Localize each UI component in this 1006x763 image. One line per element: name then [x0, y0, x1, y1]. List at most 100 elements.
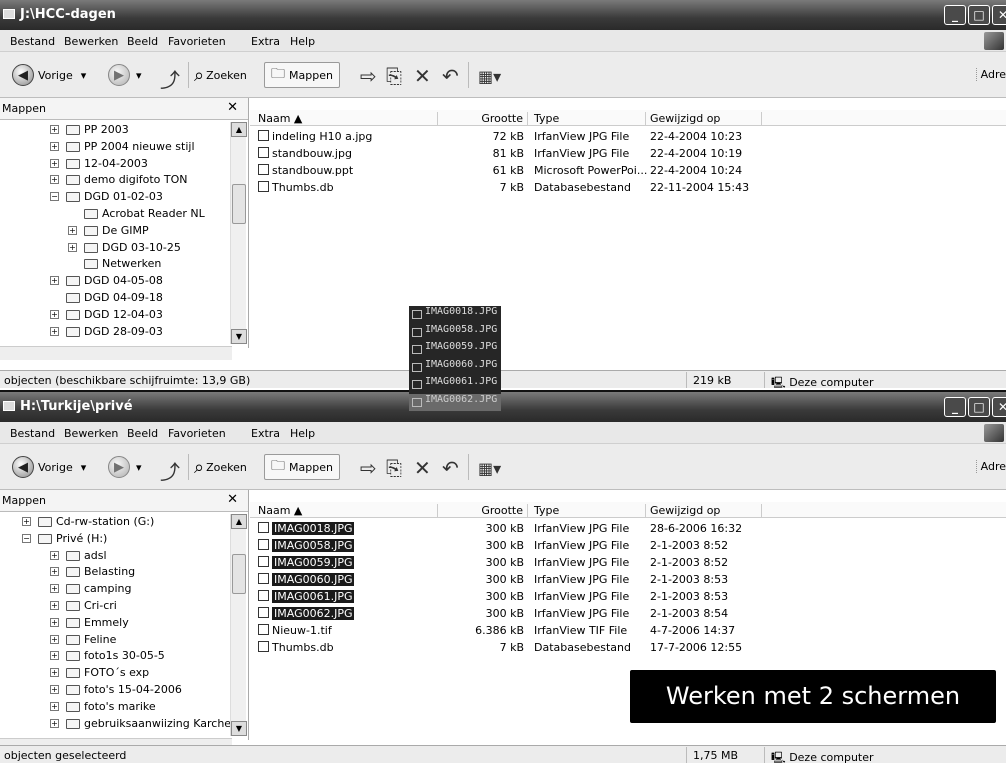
views-icon[interactable]: ▦▾ — [478, 459, 501, 478]
menu-extra[interactable]: Extra — [251, 427, 280, 440]
search-button[interactable]: ⌕ Zoeken — [194, 454, 247, 480]
file-row[interactable]: Nieuw-1.tif 6.386 kB IrfanView TIF File 4-7… — [250, 623, 1006, 639]
tree-item[interactable]: + foto's marike — [0, 699, 232, 716]
scroll-thumb[interactable] — [232, 184, 246, 224]
delete-icon[interactable]: ✕ — [414, 456, 431, 480]
expand-icon[interactable]: + — [50, 718, 59, 728]
expand-icon[interactable]: + — [50, 550, 59, 560]
file-row[interactable]: IMAG0018.JPG 300 kB IrfanView JPG File 28-6… — [250, 521, 1006, 537]
expand-icon[interactable]: + — [50, 684, 59, 694]
forward-button[interactable]: ▶ ▾ — [108, 62, 142, 88]
tree-item[interactable]: + PP 2003 — [0, 122, 232, 139]
search-button[interactable]: ⌕ Zoeken — [194, 62, 247, 88]
scroll-down-icon[interactable]: ▼ — [231, 329, 247, 344]
collapse-icon[interactable]: − — [22, 533, 31, 543]
dropdown-arrow-icon[interactable]: ▾ — [81, 69, 87, 82]
tree-item[interactable]: + Emmely — [0, 615, 232, 632]
column-modified[interactable]: Gewijzigd op — [650, 504, 762, 518]
copy-to-icon[interactable]: ⎘ — [386, 64, 402, 88]
title-bar[interactable]: J:\HCC-dagen _ □ ✕ — [0, 0, 1006, 30]
expand-icon[interactable]: + — [68, 242, 77, 252]
file-row[interactable]: IMAG0060.JPG 300 kB IrfanView JPG File 2-1-… — [250, 572, 1006, 588]
expand-icon[interactable]: + — [50, 634, 59, 644]
up-folder-icon[interactable]: ⤴ — [160, 456, 180, 485]
tree-item[interactable]: Netwerken — [0, 256, 232, 273]
menu-bewerken[interactable]: Bewerken — [64, 35, 118, 48]
menu-help[interactable]: Help — [290, 427, 315, 440]
file-row[interactable]: IMAG0058.JPG 300 kB IrfanView JPG File 2-1-… — [250, 538, 1006, 554]
menu-bewerken[interactable]: Bewerken — [64, 427, 118, 440]
back-button[interactable]: ◀ Vorige ▾ — [12, 62, 86, 88]
column-name[interactable]: Naam ▲ — [258, 504, 438, 518]
horizontal-scrollbar[interactable] — [0, 346, 232, 360]
file-row[interactable]: Thumbs.db 7 kB Databasebestand 17-7-2006 12… — [250, 640, 1006, 656]
scroll-up-icon[interactable]: ▲ — [231, 514, 247, 529]
copy-to-icon[interactable]: ⎘ — [386, 456, 402, 480]
file-row[interactable]: standbouw.ppt 61 kB Microsoft PowerPoi... 2… — [250, 163, 1006, 179]
expand-icon[interactable]: + — [50, 175, 59, 185]
menu-help[interactable]: Help — [290, 35, 315, 48]
tree-item[interactable]: + Feline — [0, 632, 232, 649]
menu-bestand[interactable]: Bestand — [10, 427, 55, 440]
menu-favorieten[interactable]: Favorieten — [168, 35, 226, 48]
drag-ghost-files[interactable]: IMAG0018.JPG IMAG0058.JPG IMAG0059.JPG IMAG… — [409, 306, 501, 411]
expand-icon[interactable]: + — [50, 701, 59, 711]
tree-item[interactable]: DGD 04-09-18 — [0, 290, 232, 307]
expand-icon[interactable]: + — [50, 584, 59, 594]
tree-item[interactable]: + foto's 15-04-2006 — [0, 682, 232, 699]
tree-item[interactable]: + Belasting — [0, 564, 232, 581]
tree-item[interactable]: Acrobat Reader NL — [0, 206, 232, 223]
expand-icon[interactable]: + — [50, 326, 59, 336]
undo-icon[interactable]: ↶ — [442, 64, 459, 88]
expand-icon[interactable]: + — [50, 600, 59, 610]
dropdown-arrow-icon[interactable]: ▾ — [81, 461, 87, 474]
vertical-scrollbar[interactable]: ▲ ▼ — [230, 514, 247, 736]
menu-beeld[interactable]: Beeld — [127, 427, 158, 440]
vertical-scrollbar[interactable]: ▲ ▼ — [230, 122, 247, 344]
tree-item[interactable]: − Privé (H:) — [0, 531, 232, 548]
menu-extra[interactable]: Extra — [251, 35, 280, 48]
up-folder-icon[interactable]: ⤴ — [160, 64, 180, 93]
tree-item[interactable]: + DGD 03-10-25 — [0, 240, 232, 257]
column-type[interactable]: Type — [534, 112, 646, 126]
file-row[interactable]: indeling H10 a.jpg 72 kB IrfanView JPG Fil… — [250, 129, 1006, 145]
tree-item[interactable]: + Cd-rw-station (G:) — [0, 514, 232, 531]
close-pane-icon[interactable]: ✕ — [227, 492, 238, 507]
column-size[interactable]: Grootte — [438, 112, 528, 126]
expand-icon[interactable]: + — [50, 141, 59, 151]
close-button[interactable]: ✕ — [992, 5, 1006, 25]
tree-item[interactable]: + camping — [0, 581, 232, 598]
maximize-button[interactable]: □ — [968, 5, 990, 25]
expand-icon[interactable]: + — [50, 125, 59, 134]
file-row[interactable]: Thumbs.db 7 kB Databasebestand 22-11-2004 1… — [250, 180, 1006, 196]
folders-button[interactable]: 🗀 Mappen — [264, 62, 340, 88]
tree-item[interactable]: + demo digifoto TON — [0, 172, 232, 189]
minimize-button[interactable]: _ — [944, 5, 966, 25]
tree-item[interactable]: + adsl — [0, 548, 232, 565]
column-size[interactable]: Grootte — [438, 504, 528, 518]
collapse-icon[interactable]: − — [50, 192, 59, 202]
expand-icon[interactable]: + — [50, 309, 59, 319]
tree-item[interactable]: + gebruiksaanwiizing Karcher — [0, 716, 232, 733]
delete-icon[interactable]: ✕ — [414, 64, 431, 88]
dropdown-arrow-icon[interactable]: ▾ — [136, 69, 142, 82]
forward-button[interactable]: ▶ ▾ — [108, 454, 142, 480]
tree-item[interactable]: + DGD 12-04-03 — [0, 307, 232, 324]
file-row[interactable]: standbouw.jpg 81 kB IrfanView JPG File 22-4… — [250, 146, 1006, 162]
column-name[interactable]: Naam ▲ — [258, 112, 438, 126]
tree-item[interactable]: +12-04-2003 — [0, 156, 232, 173]
tree-item[interactable]: + foto1s 30-05-5 — [0, 648, 232, 665]
dropdown-arrow-icon[interactable]: ▾ — [136, 461, 142, 474]
minimize-button[interactable]: _ — [944, 397, 966, 417]
tree-item[interactable]: − DGD 01-02-03 — [0, 189, 232, 206]
file-row[interactable]: IMAG0059.JPG 300 kB IrfanView JPG File 2-1-… — [250, 555, 1006, 571]
scroll-up-icon[interactable]: ▲ — [231, 122, 247, 137]
back-button[interactable]: ◀ Vorige ▾ — [12, 454, 86, 480]
file-row[interactable]: IMAG0061.JPG 300 kB IrfanView JPG File 2-1-… — [250, 589, 1006, 605]
views-icon[interactable]: ▦▾ — [478, 67, 501, 86]
expand-icon[interactable]: + — [50, 651, 59, 661]
close-pane-icon[interactable]: ✕ — [227, 100, 238, 115]
folders-button[interactable]: 🗀 Mappen — [264, 454, 340, 480]
scroll-down-icon[interactable]: ▼ — [231, 721, 247, 736]
expand-icon[interactable]: + — [50, 158, 59, 168]
